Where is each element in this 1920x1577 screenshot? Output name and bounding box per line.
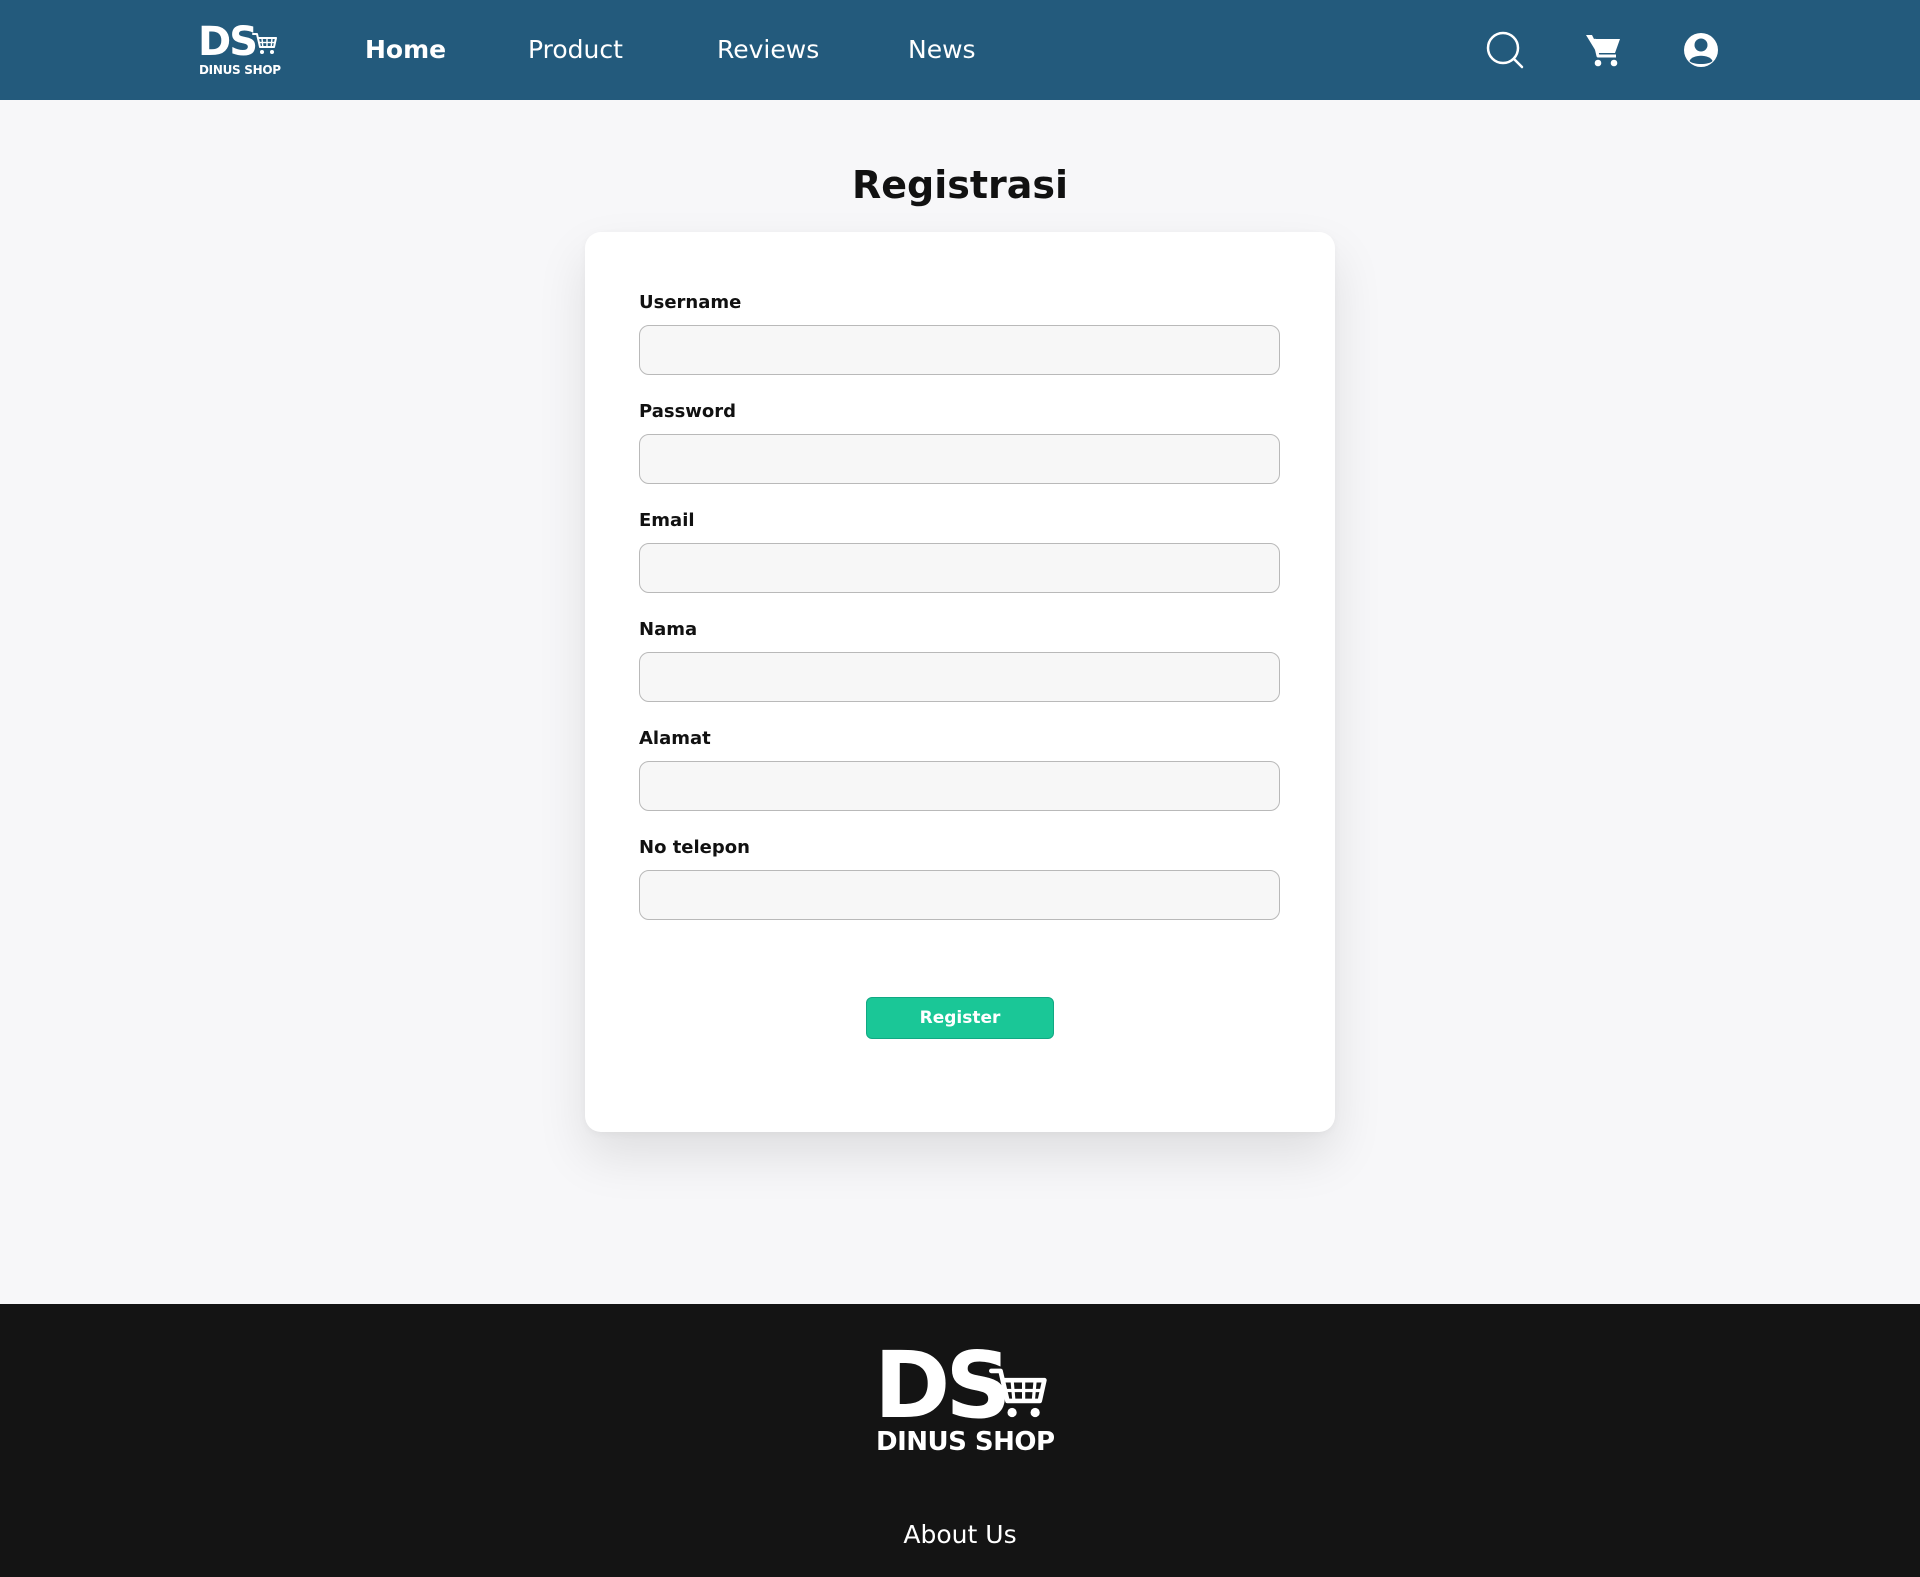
email-input[interactable]	[639, 543, 1280, 593]
nav-link-home[interactable]: Home	[365, 30, 446, 70]
password-label: Password	[639, 401, 737, 422]
no-telepon-label: No telepon	[639, 837, 750, 858]
footer-logo-cart-icon	[989, 1368, 1047, 1418]
alamat-label: Alamat	[639, 728, 711, 749]
footer: DS DINUS SHOP About Us	[0, 1304, 1920, 1577]
nama-label: Nama	[639, 619, 698, 640]
top-navbar: DS DINUS SHOP Home Product Reviews News	[0, 0, 1920, 100]
email-label: Email	[639, 510, 695, 531]
logo-name: DINUS SHOP	[199, 63, 281, 77]
footer-brand-logo: DS DINUS SHOP	[874, 1336, 1055, 1464]
nav-link-reviews[interactable]: Reviews	[717, 30, 819, 70]
registration-form: Username Password Email Nama Alamat No t…	[585, 232, 1335, 1132]
username-input[interactable]	[639, 325, 1280, 375]
logo-cart-icon	[252, 33, 277, 54]
search-icon[interactable]	[1485, 30, 1525, 70]
footer-logo-name: DINUS SHOP	[876, 1427, 1055, 1457]
alamat-input[interactable]	[639, 761, 1280, 811]
no-telepon-input[interactable]	[639, 870, 1280, 920]
cart-icon[interactable]	[1583, 30, 1623, 70]
register-button[interactable]: Register	[866, 997, 1054, 1039]
about-us-link[interactable]: About Us	[0, 1520, 1920, 1549]
logo-initials: DS	[198, 19, 258, 65]
user-account-icon[interactable]	[1681, 30, 1721, 70]
nav-link-news[interactable]: News	[908, 30, 976, 70]
password-input[interactable]	[639, 434, 1280, 484]
username-label: Username	[639, 292, 742, 313]
footer-logo-initials: DS	[874, 1332, 1012, 1439]
page-title: Registrasi	[851, 163, 1069, 207]
nav-link-product[interactable]: Product	[528, 30, 623, 70]
brand-logo[interactable]: DS DINUS SHOP	[198, 19, 281, 80]
nama-input[interactable]	[639, 652, 1280, 702]
